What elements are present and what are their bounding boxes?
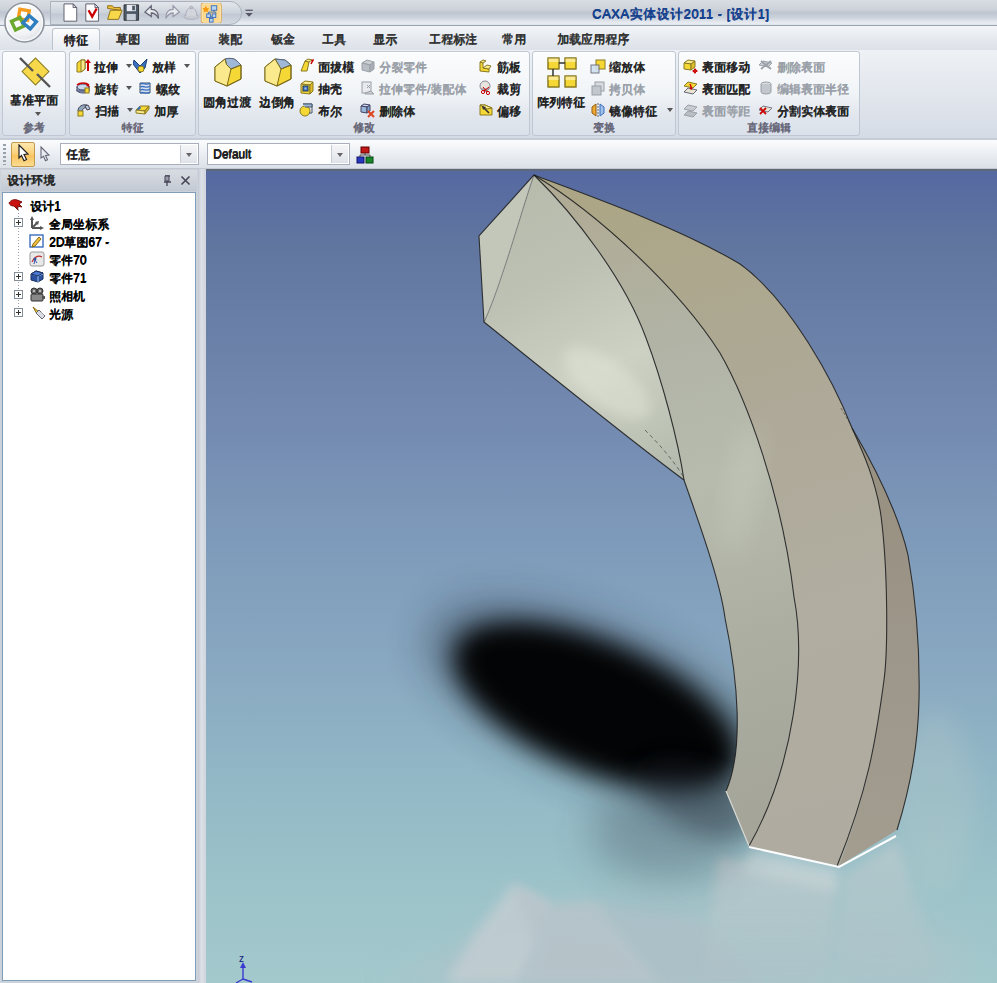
svg-text:z: z [239, 953, 244, 964]
